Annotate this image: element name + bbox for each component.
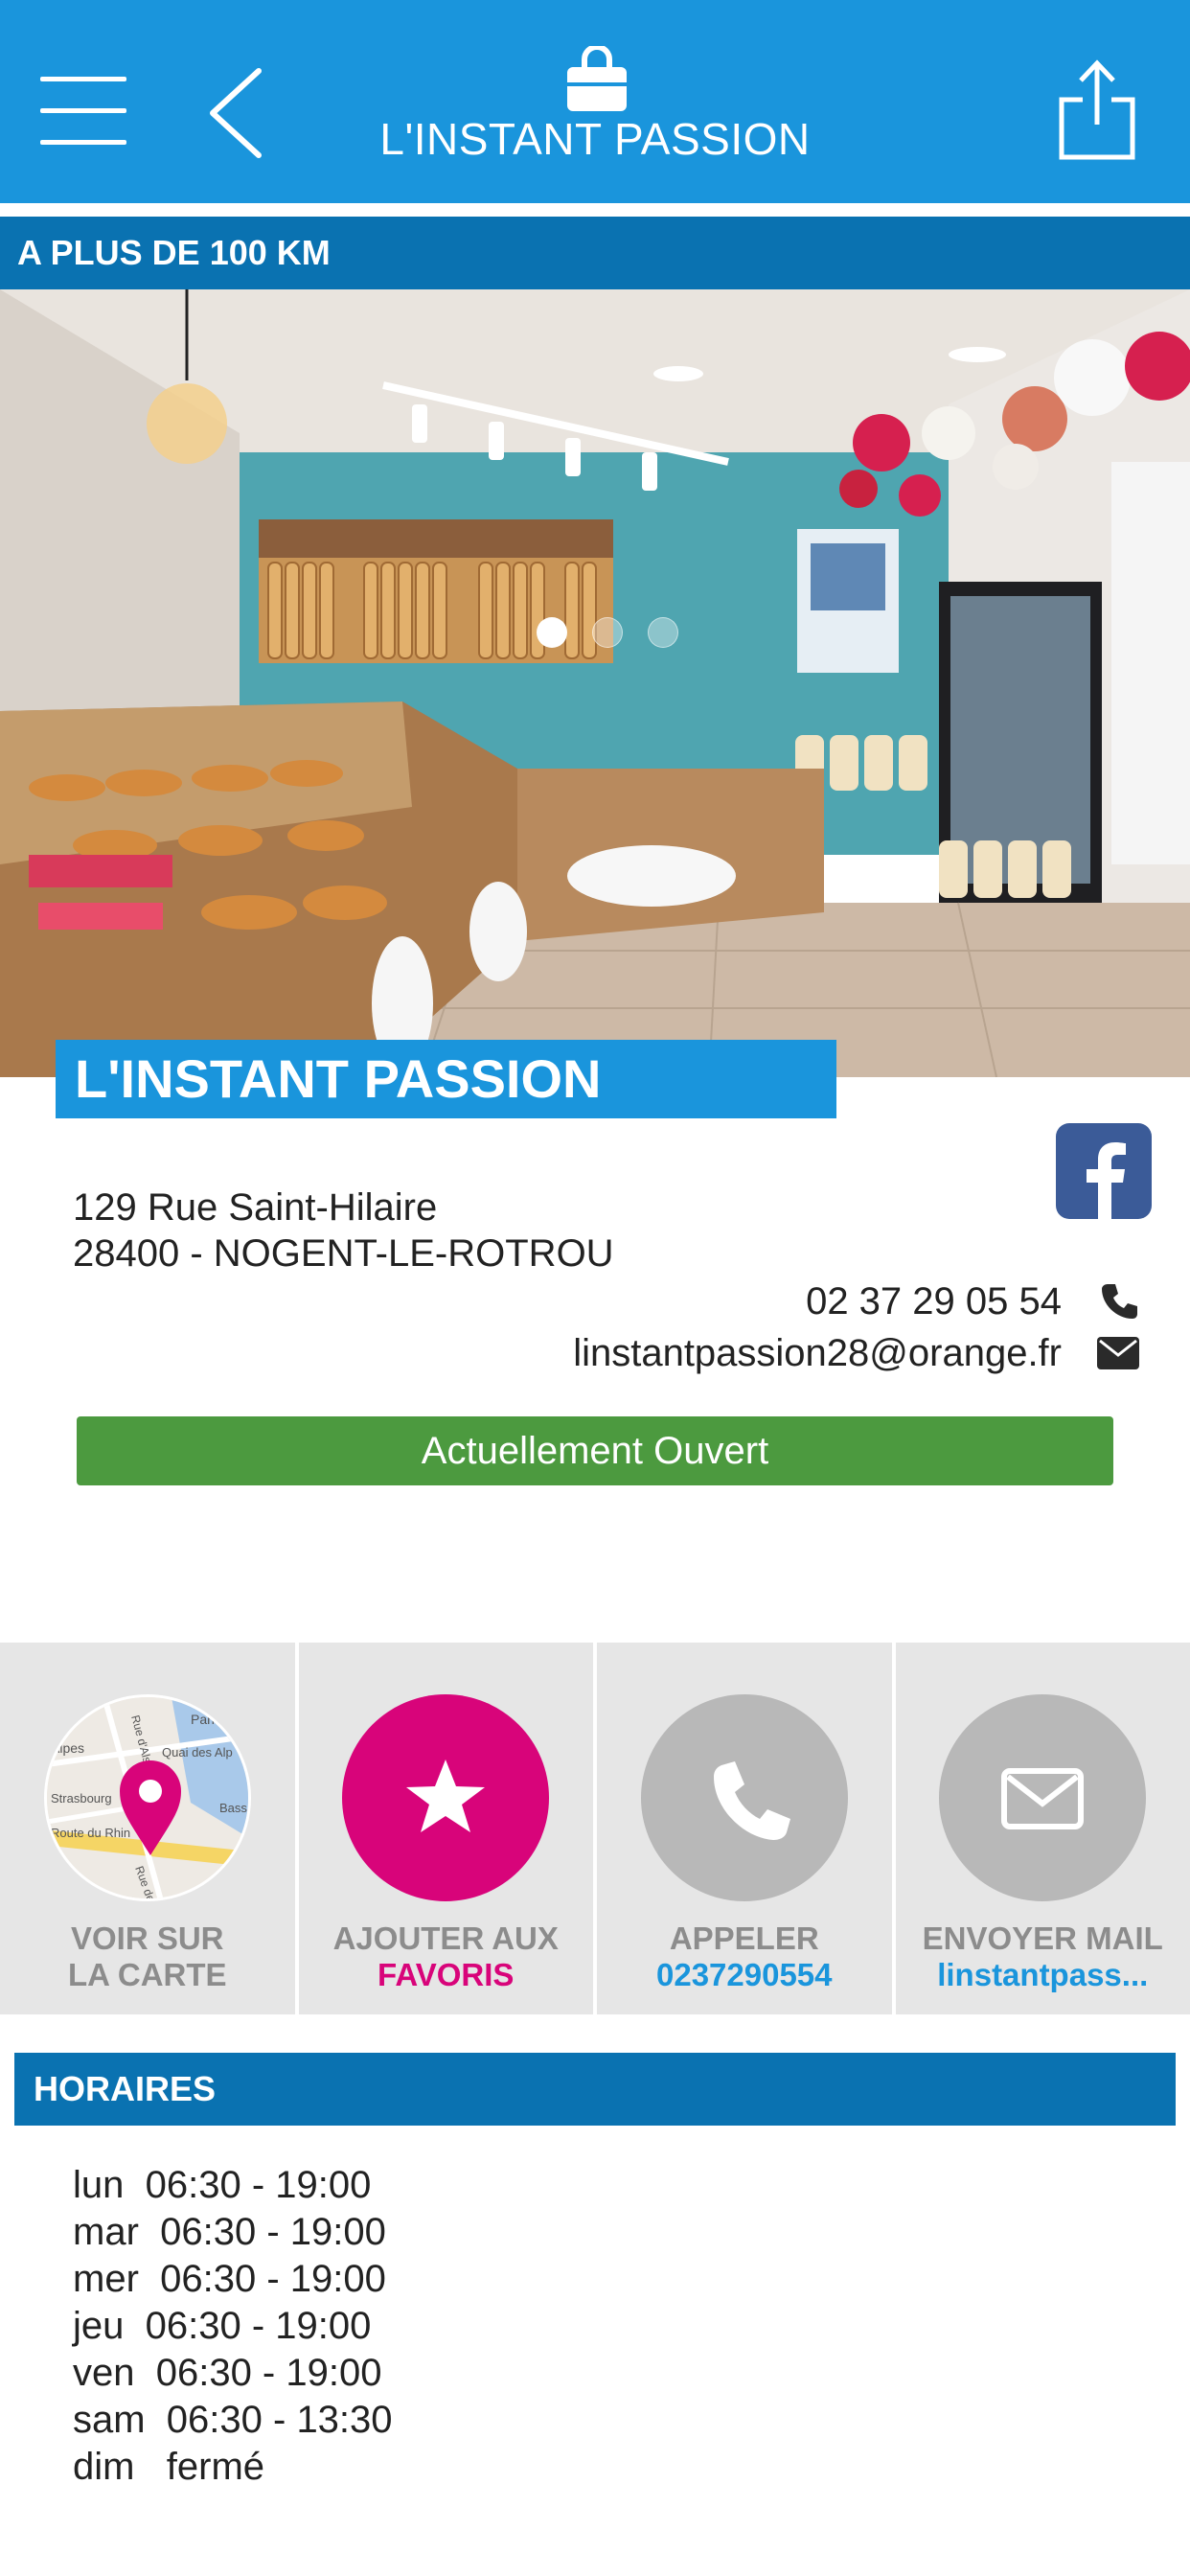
map-label-line2: LA CARTE (67, 1957, 227, 1992)
favorite-circle (342, 1694, 550, 1901)
add-favorite-button[interactable]: AJOUTER AUX FAVORIS (298, 1643, 593, 2014)
envelope-icon[interactable] (1096, 1336, 1140, 1370)
carousel-indicator (537, 617, 678, 648)
facebook-button[interactable] (1056, 1123, 1152, 1219)
star-icon (406, 1760, 486, 1832)
shopping-bag-icon (567, 46, 627, 111)
map-label-alpes: Alpes (51, 1740, 84, 1756)
header-divider (0, 203, 1190, 213)
bakery-interior-photo (0, 289, 1190, 1077)
hours-row: dim fermé (73, 2446, 265, 2488)
shop-photo-carousel[interactable] (0, 289, 1190, 1077)
hours-header: HORAIRES (14, 2053, 1176, 2126)
action-tiles: Paris Alpes Strasbourg Quai des Alp Rout… (0, 1643, 1190, 2014)
mail-label-line2: linstantpass... (937, 1957, 1149, 1992)
view-on-map-button[interactable]: Paris Alpes Strasbourg Quai des Alp Rout… (0, 1643, 295, 2014)
hours-row: sam 06:30 - 13:30 (73, 2399, 393, 2441)
call-label-line1: APPELER (669, 1920, 819, 1956)
hours-list: lun 06:30 - 19:00 mar 06:30 - 19:00 mer … (73, 2162, 393, 2491)
share-icon[interactable] (1054, 58, 1140, 163)
hours-row: jeu 06:30 - 19:00 (73, 2305, 372, 2347)
facebook-icon (1087, 1142, 1126, 1219)
map-pin-icon: Paris Alpes Strasbourg Quai des Alp Rout… (46, 1697, 248, 1898)
envelope-icon (1001, 1768, 1085, 1829)
phone-icon (713, 1761, 790, 1840)
map-thumbnail: Paris Alpes Strasbourg Quai des Alp Rout… (43, 1694, 251, 1901)
map-label-strasbourg: Strasbourg (51, 1791, 112, 1806)
phone-number[interactable]: 02 37 29 05 54 (806, 1280, 1062, 1323)
carousel-dot-2[interactable] (592, 617, 623, 648)
address-city: 28400 - NOGENT-LE-ROTROU (73, 1232, 614, 1275)
map-label-bass: Bass (219, 1801, 247, 1815)
hamburger-menu-icon[interactable] (40, 77, 126, 146)
hours-row: mar 06:30 - 19:00 (73, 2211, 386, 2253)
app-title: L'INSTANT PASSION (379, 114, 811, 164)
favorite-label-line2: FAVORIS (378, 1957, 515, 1992)
send-mail-button[interactable]: ENVOYER MAIL linstantpass... (895, 1643, 1190, 2014)
email-address[interactable]: linstantpassion28@orange.fr (573, 1332, 1062, 1375)
distance-banner: A PLUS DE 100 KM (0, 217, 1190, 289)
mail-label-line1: ENVOYER MAIL (922, 1920, 1163, 1956)
map-label-route-du-rhin: Route du Rhin (51, 1826, 130, 1840)
call-button[interactable]: APPELER 0237290554 (597, 1643, 892, 2014)
map-label-quai-des-alp: Quai des Alp (162, 1745, 233, 1760)
mail-circle (939, 1694, 1147, 1901)
address-street: 129 Rue Saint-Hilaire (73, 1186, 438, 1229)
phone-icon[interactable] (1100, 1282, 1138, 1321)
map-label-paris: Paris (191, 1712, 221, 1727)
carousel-dot-3[interactable] (648, 617, 678, 648)
carousel-dot-1[interactable] (537, 617, 567, 648)
app-header: L'INSTANT PASSION (0, 0, 1190, 203)
chevron-left-icon[interactable] (201, 65, 268, 161)
hours-row: mer 06:30 - 19:00 (73, 2258, 386, 2300)
call-label-line2: 0237290554 (655, 1957, 833, 1992)
hours-row: lun 06:30 - 19:00 (73, 2164, 372, 2206)
map-label-line1: VOIR SUR (70, 1920, 224, 1956)
open-status-badge: Actuellement Ouvert (77, 1416, 1113, 1485)
favorite-label-line1: AJOUTER AUX (332, 1920, 559, 1956)
call-circle (640, 1694, 848, 1901)
shop-name: L'INSTANT PASSION (56, 1040, 836, 1118)
hours-row: ven 06:30 - 19:00 (73, 2352, 382, 2394)
